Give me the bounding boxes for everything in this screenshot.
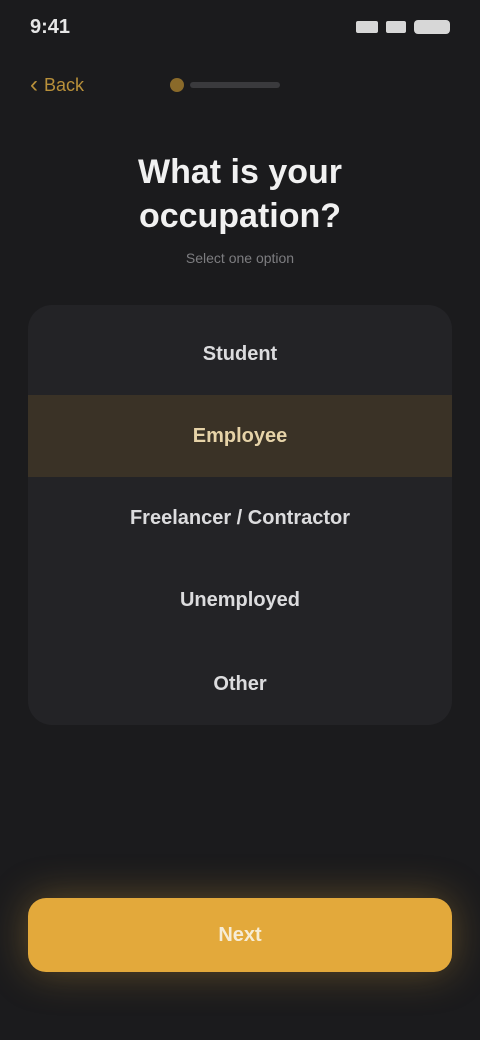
options-list: Student Employee Freelancer / Contractor… (28, 305, 452, 725)
status-icons (356, 20, 450, 34)
option-label: Employee (192, 424, 288, 447)
option-label: Other (213, 672, 267, 695)
step-indicator (170, 78, 280, 92)
option-label: Student (202, 342, 278, 365)
back-button[interactable]: ‹ Back (30, 68, 110, 102)
back-label: Back (44, 74, 85, 95)
signal-icon (356, 21, 378, 33)
option-freelancer[interactable]: Freelancer / Contractor (28, 477, 452, 559)
status-bar: 9:41 (0, 0, 480, 60)
option-other[interactable]: Other (28, 643, 452, 725)
page-subtitle: Select one option (185, 250, 295, 266)
option-unemployed[interactable]: Unemployed (28, 559, 452, 641)
next-button[interactable]: Next (28, 898, 452, 972)
status-time: 9:41 (30, 16, 71, 38)
wifi-icon (386, 21, 406, 33)
header: ‹ Back (30, 62, 450, 110)
step-progress-track (190, 82, 280, 88)
next-button-label: Next (218, 923, 262, 946)
battery-icon (414, 20, 450, 34)
page-title: What is your occupation? (137, 153, 343, 235)
option-student[interactable]: Student (28, 313, 452, 395)
chevron-left-icon: ‹ (30, 71, 38, 98)
option-employee[interactable]: Employee (28, 395, 452, 477)
option-label: Freelancer / Contractor (129, 506, 351, 529)
option-label: Unemployed (179, 588, 301, 611)
step-dot (170, 78, 184, 92)
